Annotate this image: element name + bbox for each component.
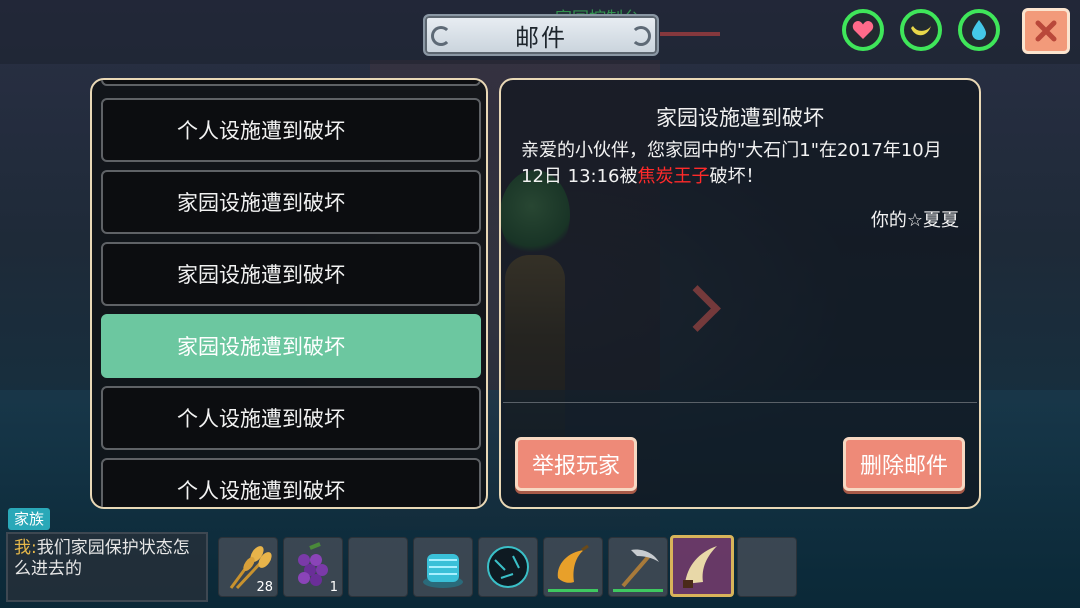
mail-body-text-end: 破坏！ — [709, 166, 764, 187]
hotbar-slot-empty[interactable] — [737, 537, 797, 597]
mail-list-item[interactable]: 个人设施遭到破坏 — [101, 386, 481, 450]
mail-item-label: 个人设施遭到破坏 — [177, 119, 345, 143]
chat-sender: 我 — [14, 538, 31, 558]
hotbar-slot[interactable] — [478, 537, 538, 597]
mail-detail-body: 亲爱的小伙伴，您家园中的"大石门1"在2017年10月12日 13:16被焦炭王… — [521, 138, 951, 190]
mail-detail-title: 家园设施遭到破坏 — [656, 106, 824, 130]
mail-list-item-selected[interactable]: 家园设施遭到破坏 — [101, 314, 481, 378]
mail-item-label: 个人设施遭到破坏 — [177, 479, 345, 503]
list-item-partial[interactable] — [101, 80, 481, 86]
attacker-name[interactable]: 焦炭王子 — [638, 166, 710, 187]
hotbar-slot[interactable] — [608, 537, 668, 597]
hunger-indicator[interactable] — [900, 9, 942, 51]
close-button[interactable] — [1022, 8, 1070, 54]
mail-item-label: 家园设施遭到破坏 — [177, 335, 345, 359]
banana-icon — [557, 544, 589, 583]
water-drop-icon — [972, 20, 986, 40]
mail-item-label: 家园设施遭到破坏 — [177, 263, 345, 287]
hotbar-slot-selected[interactable] — [670, 535, 734, 597]
mail-item-label: 个人设施遭到破坏 — [177, 407, 345, 431]
heart-icon — [852, 21, 874, 39]
slot-count: 28 — [256, 580, 273, 595]
hotbar-slot[interactable]: 1 — [283, 537, 343, 597]
thirst-indicator[interactable] — [958, 9, 1000, 51]
mail-list-item[interactable]: 家园设施遭到破坏 — [101, 170, 481, 234]
mail-item-label: 家园设施遭到破坏 — [177, 191, 345, 215]
chat-message: 我们家园保护状态怎么进去的 — [14, 538, 190, 579]
detail-divider — [503, 402, 977, 403]
background-health-bar — [660, 32, 720, 36]
background-arrow-icon — [674, 285, 721, 332]
durability-bar — [613, 589, 663, 592]
spring-device-icon — [423, 554, 463, 588]
health-indicator[interactable] — [842, 9, 884, 51]
delete-mail-button[interactable]: 删除邮件 — [843, 437, 965, 491]
hotbar-slot[interactable] — [413, 537, 473, 597]
report-player-button[interactable]: 举报玩家 — [515, 437, 637, 491]
mail-list[interactable]: 个人设施遭到破坏 家园设施遭到破坏 家园设施遭到破坏 家园设施遭到破坏 个人设施… — [100, 80, 481, 507]
window-title-plate: 邮件 — [423, 14, 659, 56]
mail-signature: 你的☆夏夏 — [870, 210, 959, 231]
mail-list-item[interactable]: 个人设施遭到破坏 — [101, 458, 481, 507]
claw-blade-icon — [683, 546, 717, 588]
close-x-icon — [1035, 20, 1057, 42]
mail-detail-panel: 家园设施遭到破坏 亲爱的小伙伴，您家园中的"大石门1"在2017年10月12日 … — [499, 78, 981, 509]
top-bar: 家园控制台 邮件 — [0, 0, 1080, 64]
mail-list-item[interactable]: 家园设施遭到破坏 — [101, 242, 481, 306]
hotbar-slot-empty[interactable] — [348, 537, 408, 597]
slot-count: 1 — [329, 580, 338, 595]
durability-bar — [548, 589, 598, 592]
mail-list-panel[interactable]: 个人设施遭到破坏 家园设施遭到破坏 家园设施遭到破坏 家园设施遭到破坏 个人设施… — [90, 78, 488, 509]
mail-list-item[interactable]: 个人设施遭到破坏 — [101, 98, 481, 162]
chat-channel-tab[interactable]: 家族 — [8, 508, 51, 530]
banana-icon — [911, 26, 931, 36]
dark-orb-icon — [487, 546, 529, 588]
hotbar-slot[interactable]: 28 — [218, 537, 278, 597]
window-title: 邮件 — [515, 23, 567, 52]
pickaxe-icon — [621, 549, 659, 588]
hotbar-slot[interactable] — [543, 537, 603, 597]
chat-box[interactable]: 我:我们家园保护状态怎么进去的 — [6, 532, 208, 602]
